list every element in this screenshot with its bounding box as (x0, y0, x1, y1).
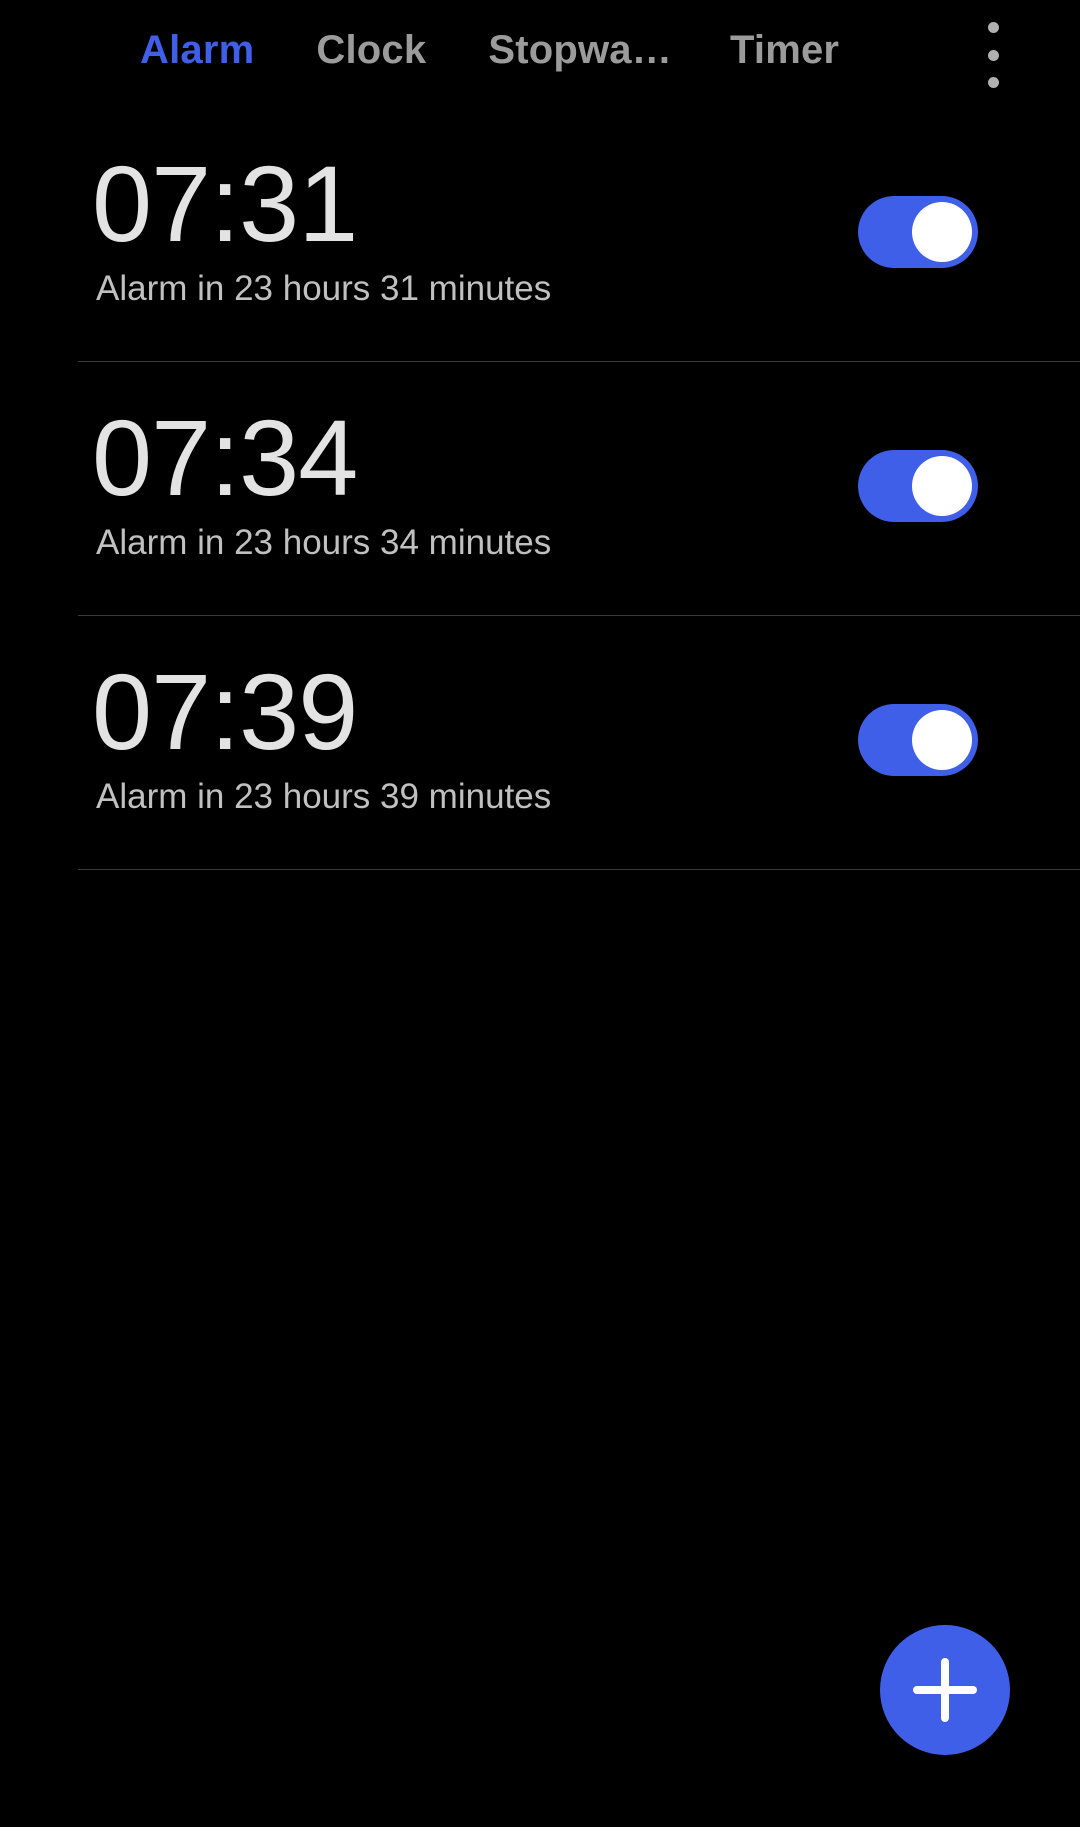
alarm-toggle-thumb (912, 202, 972, 262)
alarm-countdown-label: Alarm in 23 hours 31 minutes (96, 269, 552, 308)
alarm-list-item[interactable]: 07:31 Alarm in 23 hours 31 minutes (0, 108, 1080, 362)
add-alarm-button[interactable] (880, 1625, 1010, 1755)
alarm-info: 07:39 Alarm in 23 hours 39 minutes (92, 658, 551, 817)
alarm-toggle[interactable] (858, 196, 978, 268)
alarm-toggle[interactable] (858, 450, 978, 522)
alarm-time: 07:34 (92, 397, 358, 518)
tab-timer[interactable]: Timer (730, 30, 839, 70)
tab-alarm[interactable]: Alarm (140, 30, 254, 70)
overflow-dot (987, 49, 999, 61)
overflow-dot (987, 22, 999, 33)
alarm-time: 07:39 (92, 651, 358, 772)
alarm-countdown-label: Alarm in 23 hours 39 minutes (96, 777, 552, 816)
tab-stopwatch[interactable]: Stopwa… (488, 30, 672, 70)
alarm-toggle-thumb (912, 456, 972, 516)
plus-icon (941, 1658, 949, 1722)
overflow-dot (987, 77, 999, 88)
alarm-toggle-thumb (912, 710, 972, 770)
clock-app-screen: Alarm Clock Stopwa… Timer 07:31 Alarm in… (0, 0, 1080, 1827)
more-vertical-icon[interactable] (975, 22, 1011, 88)
alarm-list-item[interactable]: 07:34 Alarm in 23 hours 34 minutes (0, 362, 1080, 616)
tab-stopwatch-label: Stopwa… (488, 28, 672, 72)
alarm-toggle[interactable] (858, 704, 978, 776)
alarm-info: 07:34 Alarm in 23 hours 34 minutes (92, 404, 551, 563)
tab-clock[interactable]: Clock (316, 30, 426, 70)
tab-alarm-label: Alarm (140, 28, 255, 72)
list-divider (78, 869, 1080, 870)
tab-timer-label: Timer (729, 28, 840, 72)
alarm-countdown-label: Alarm in 23 hours 34 minutes (96, 523, 552, 562)
tab-bar: Alarm Clock Stopwa… Timer (0, 0, 1080, 100)
alarm-list: 07:31 Alarm in 23 hours 31 minutes 07:34… (0, 108, 1080, 870)
tab-clock-label: Clock (316, 28, 427, 72)
alarm-list-item[interactable]: 07:39 Alarm in 23 hours 39 minutes (0, 616, 1080, 870)
alarm-info: 07:31 Alarm in 23 hours 31 minutes (92, 150, 551, 309)
alarm-time: 07:31 (92, 143, 358, 264)
